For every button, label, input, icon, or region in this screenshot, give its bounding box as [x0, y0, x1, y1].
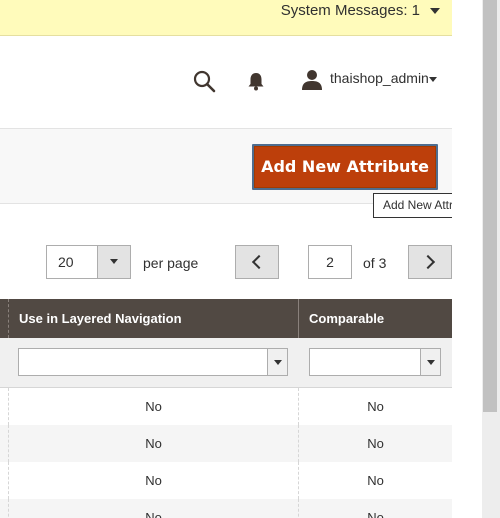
- filter-dropdown-button[interactable]: [267, 349, 287, 375]
- filter-comparable-select[interactable]: [309, 348, 441, 376]
- table-row[interactable]: No No: [0, 499, 452, 518]
- grid-filter-row: [0, 338, 452, 388]
- cell-comparable: No: [298, 462, 452, 499]
- caret-down-icon: [110, 259, 118, 264]
- per-page-select[interactable]: 20: [46, 245, 131, 279]
- column-header-comparable[interactable]: Comparable: [298, 299, 452, 338]
- cell-comparable: No: [298, 388, 452, 425]
- cell-layered-navigation: No: [8, 425, 298, 462]
- table-row[interactable]: No No: [0, 425, 452, 462]
- admin-username[interactable]: thaishop_admin: [330, 70, 429, 86]
- cell-comparable: No: [298, 425, 452, 462]
- chevron-right-icon: [420, 254, 436, 270]
- cell-layered-navigation: No: [8, 462, 298, 499]
- admin-header: thaishop_admin: [0, 37, 452, 127]
- bell-icon[interactable]: [246, 71, 266, 91]
- next-page-button[interactable]: [408, 245, 452, 279]
- previous-page-button[interactable]: [235, 245, 279, 279]
- cell-layered-navigation: No: [8, 388, 298, 425]
- per-page-value: 20: [58, 254, 74, 270]
- user-icon[interactable]: [301, 69, 323, 91]
- per-page-label: per page: [143, 255, 199, 271]
- page-number-input[interactable]: 2: [308, 245, 352, 279]
- chevron-left-icon: [251, 254, 267, 270]
- caret-down-icon: [274, 360, 282, 365]
- column-header-layered-navigation[interactable]: Use in Layered Navigation: [8, 299, 298, 338]
- per-page-dropdown-button[interactable]: [97, 246, 130, 278]
- filter-dropdown-button[interactable]: [420, 349, 440, 375]
- cell-layered-navigation: No: [8, 499, 298, 518]
- page-gutter: [452, 0, 482, 518]
- page-count-label: of 3: [363, 255, 387, 271]
- caret-down-icon[interactable]: [430, 8, 440, 14]
- system-messages-label[interactable]: System Messages: 1: [281, 2, 420, 19]
- caret-down-icon: [427, 360, 435, 365]
- search-icon[interactable]: [192, 69, 216, 93]
- caret-down-icon[interactable]: [429, 77, 437, 82]
- system-messages-bar[interactable]: System Messages: 1: [0, 0, 452, 36]
- grid-header-row: Use in Layered Navigation Comparable: [0, 299, 452, 338]
- filter-layered-navigation-select[interactable]: [18, 348, 288, 376]
- table-row[interactable]: No No: [0, 388, 452, 425]
- add-new-attribute-button[interactable]: Add New Attribute: [252, 144, 438, 190]
- scrollbar-thumb[interactable]: [483, 0, 497, 412]
- table-row[interactable]: No No: [0, 462, 452, 499]
- cell-comparable: No: [298, 499, 452, 518]
